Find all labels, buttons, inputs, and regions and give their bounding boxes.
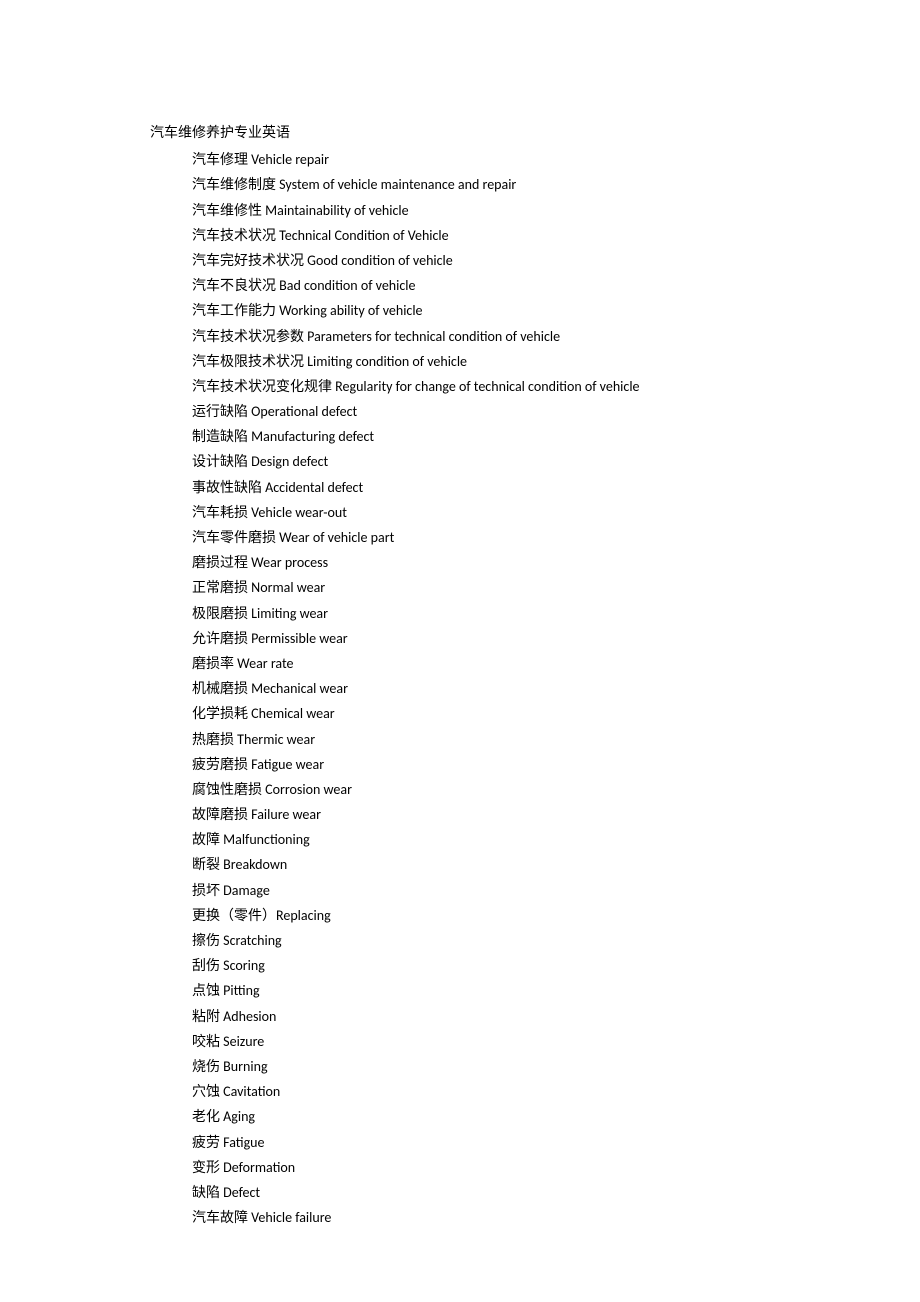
vocabulary-entry: 极限磨损 Limiting wear (150, 601, 770, 626)
vocabulary-entry: 热磨损 Thermic wear (150, 727, 770, 752)
vocabulary-entry: 断裂 Breakdown (150, 852, 770, 877)
vocabulary-entry: 疲劳 Fatigue (150, 1130, 770, 1155)
vocabulary-entry: 机械磨损 Mechanical wear (150, 676, 770, 701)
vocabulary-entry: 腐蚀性磨损 Corrosion wear (150, 777, 770, 802)
vocabulary-entry: 缺陷 Defect (150, 1180, 770, 1205)
vocabulary-entry: 运行缺陷 Operational defect (150, 399, 770, 424)
vocabulary-entry: 烧伤 Burning (150, 1054, 770, 1079)
vocabulary-entry: 故障磨损 Failure wear (150, 802, 770, 827)
vocabulary-entry: 汽车工作能力 Working ability of vehicle (150, 298, 770, 323)
vocabulary-entry: 允许磨损 Permissible wear (150, 626, 770, 651)
vocabulary-entry: 汽车技术状况变化规律 Regularity for change of tech… (150, 374, 770, 399)
vocabulary-entry: 更换（零件）Replacing (150, 903, 770, 928)
vocabulary-entry: 汽车零件磨损 Wear of vehicle part (150, 525, 770, 550)
vocabulary-entry: 化学损耗 Chemical wear (150, 701, 770, 726)
vocabulary-entry: 汽车故障 Vehicle failure (150, 1205, 770, 1230)
vocabulary-entry: 老化 Aging (150, 1104, 770, 1129)
vocabulary-entry: 汽车极限技术状况 Limiting condition of vehicle (150, 349, 770, 374)
vocabulary-entry: 汽车技术状况参数 Parameters for technical condit… (150, 324, 770, 349)
vocabulary-entry: 汽车技术状况 Technical Condition of Vehicle (150, 223, 770, 248)
vocabulary-entry: 损坏 Damage (150, 878, 770, 903)
vocabulary-entry: 变形 Deformation (150, 1155, 770, 1180)
vocabulary-entry: 设计缺陷 Design defect (150, 449, 770, 474)
document-page: 汽车维修养护专业英语 汽车修理 Vehicle repair汽车维修制度 Sys… (0, 0, 920, 1302)
vocabulary-entry: 粘附 Adhesion (150, 1004, 770, 1029)
vocabulary-entry: 疲劳磨损 Fatigue wear (150, 752, 770, 777)
vocabulary-entry: 穴蚀 Cavitation (150, 1079, 770, 1104)
vocabulary-entry: 磨损率 Wear rate (150, 651, 770, 676)
vocabulary-entry: 汽车维修制度 System of vehicle maintenance and… (150, 172, 770, 197)
vocabulary-entry: 故障 Malfunctioning (150, 827, 770, 852)
vocabulary-list: 汽车修理 Vehicle repair汽车维修制度 System of vehi… (150, 147, 770, 1230)
vocabulary-entry: 汽车维修性 Maintainability of vehicle (150, 198, 770, 223)
vocabulary-entry: 汽车不良状况 Bad condition of vehicle (150, 273, 770, 298)
vocabulary-entry: 事故性缺陷 Accidental defect (150, 475, 770, 500)
vocabulary-entry: 汽车完好技术状况 Good condition of vehicle (150, 248, 770, 273)
vocabulary-entry: 正常磨损 Normal wear (150, 575, 770, 600)
vocabulary-entry: 汽车修理 Vehicle repair (150, 147, 770, 172)
vocabulary-entry: 咬粘 Seizure (150, 1029, 770, 1054)
vocabulary-entry: 磨损过程 Wear process (150, 550, 770, 575)
page-title: 汽车维修养护专业英语 (150, 120, 770, 145)
vocabulary-entry: 刮伤 Scoring (150, 953, 770, 978)
vocabulary-entry: 制造缺陷 Manufacturing defect (150, 424, 770, 449)
vocabulary-entry: 汽车耗损 Vehicle wear-out (150, 500, 770, 525)
vocabulary-entry: 点蚀 Pitting (150, 978, 770, 1003)
vocabulary-entry: 擦伤 Scratching (150, 928, 770, 953)
